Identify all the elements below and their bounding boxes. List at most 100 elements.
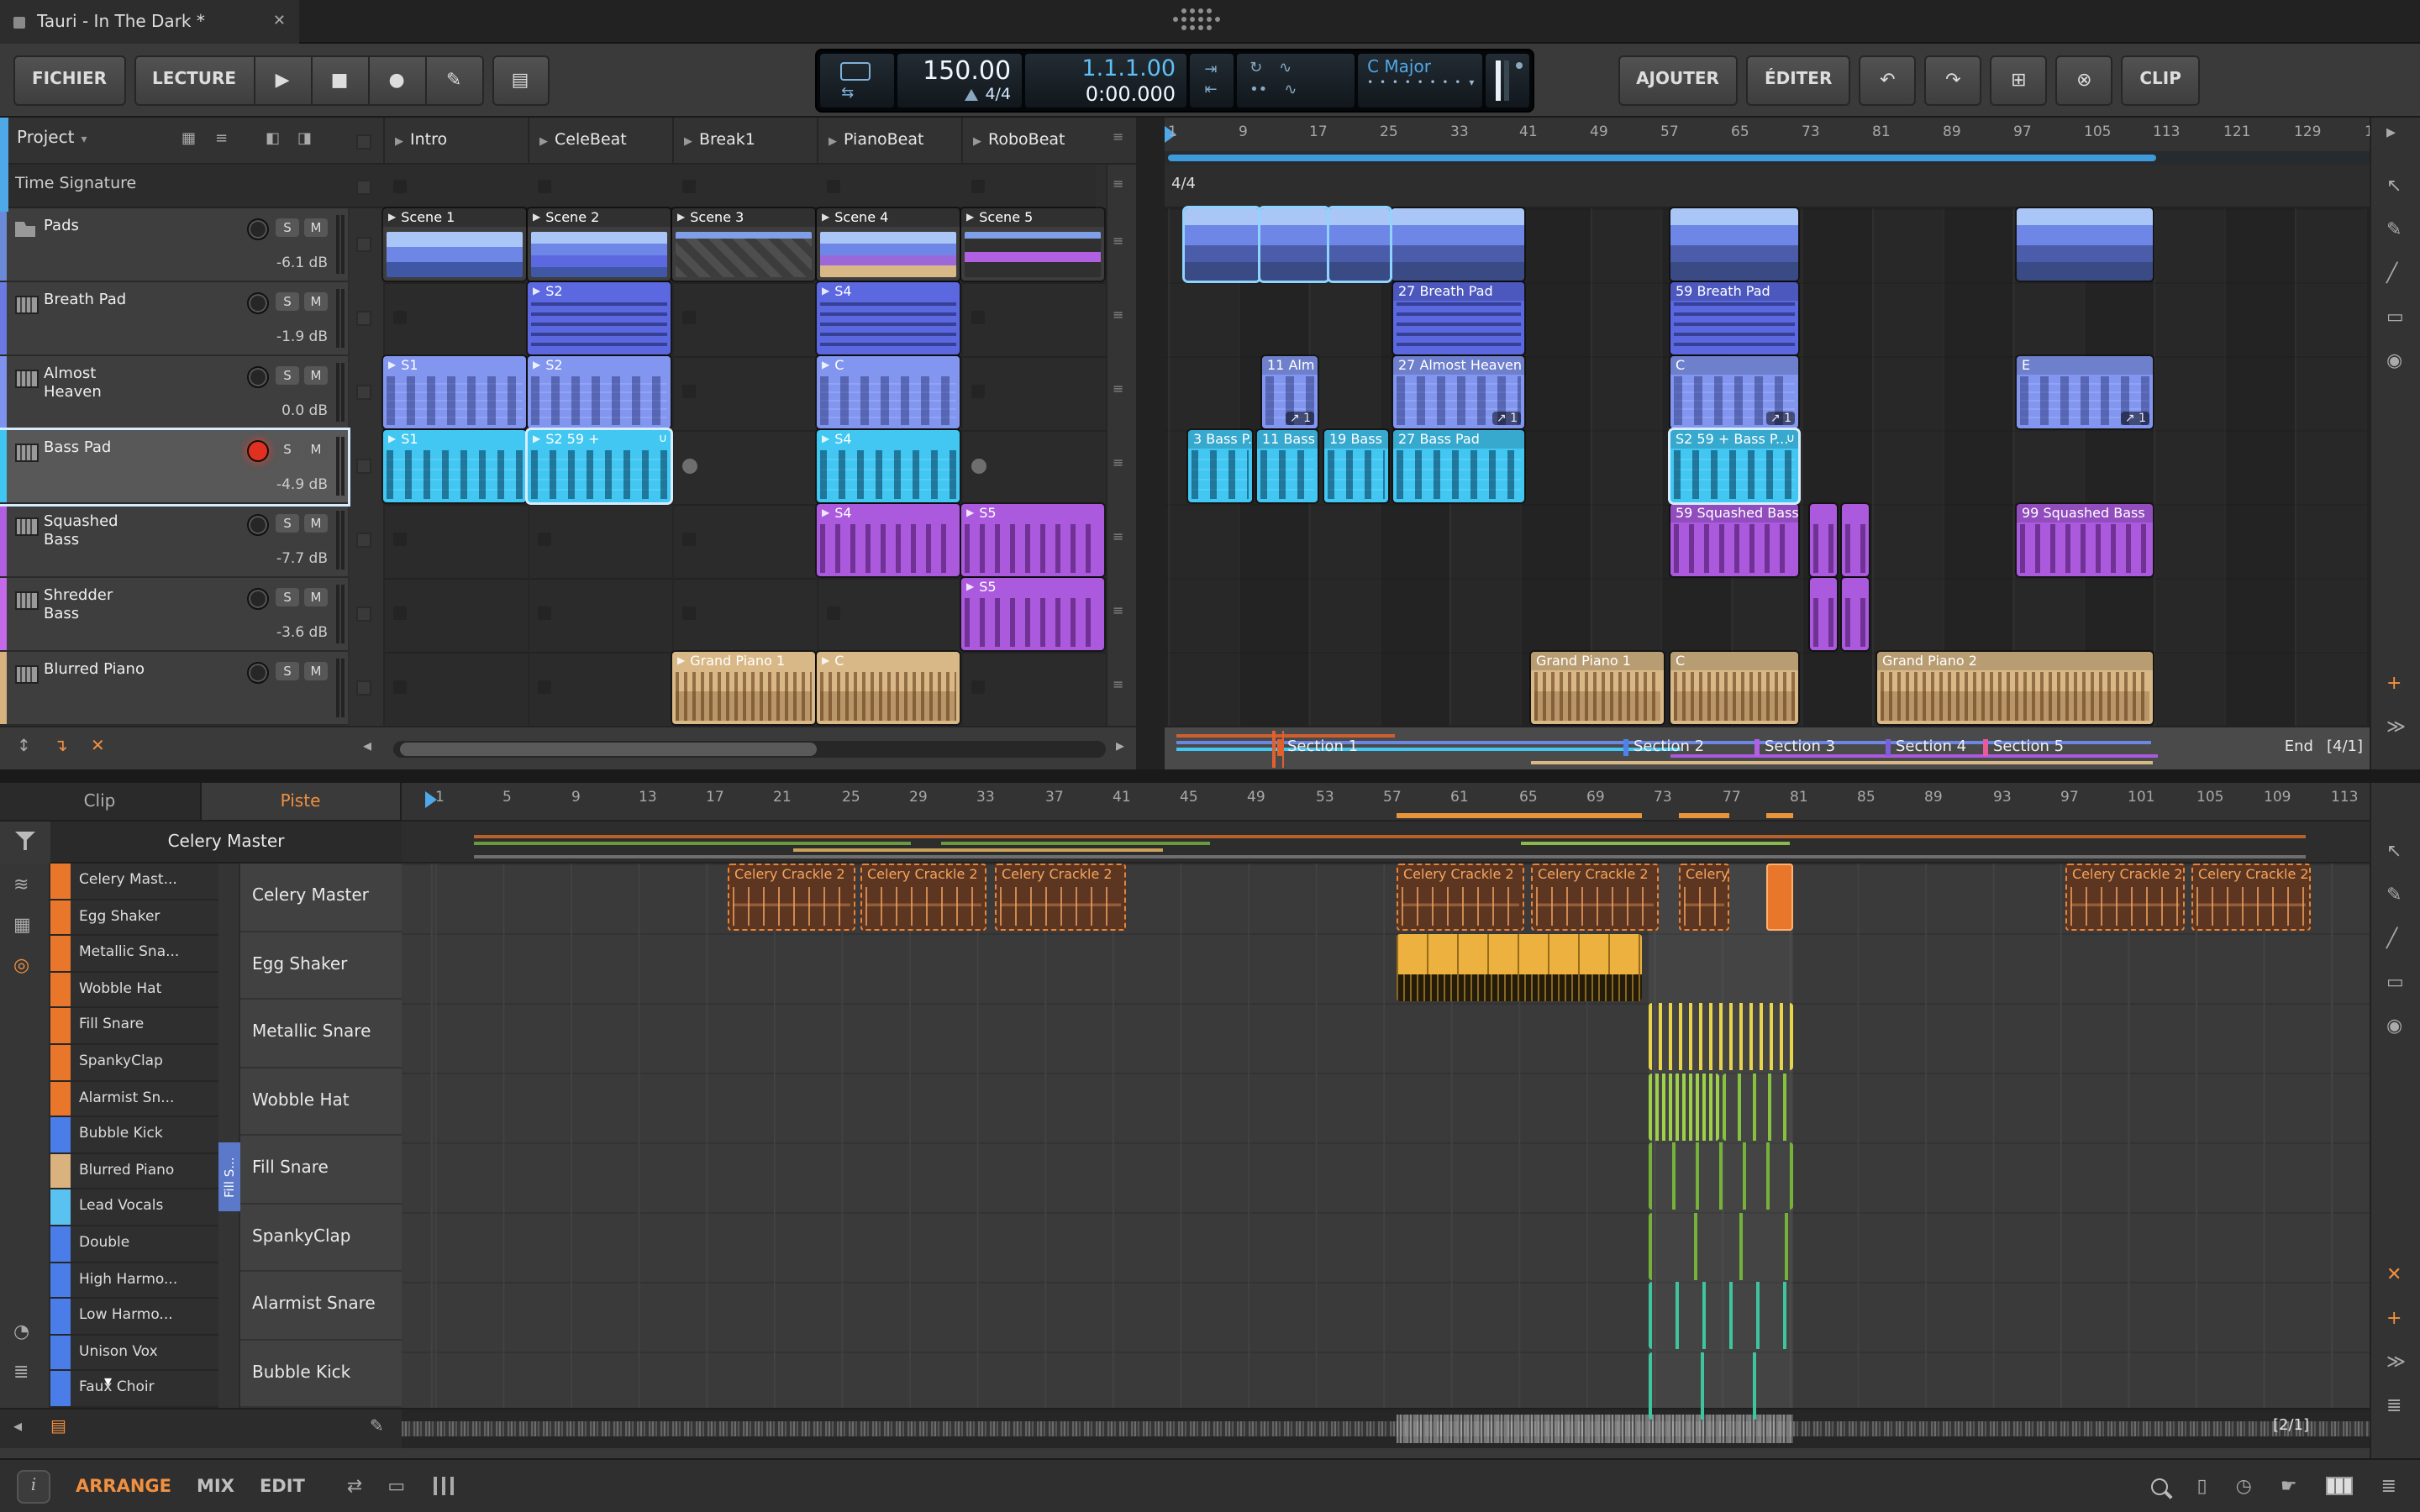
launcher-clip[interactable]: ▶ Scene 5 bbox=[961, 208, 1104, 281]
track-row[interactable]: Pads S M -6.1 dB bbox=[0, 208, 348, 282]
arm-button[interactable] bbox=[247, 662, 269, 684]
arranger-clip[interactable] bbox=[1842, 504, 1869, 576]
track-volume[interactable]: -4.9 dB bbox=[276, 477, 328, 494]
layers-icon[interactable]: ▤ bbox=[50, 1418, 66, 1436]
empty-clip-slot[interactable] bbox=[827, 606, 840, 620]
clip-play-icon[interactable]: ▶ bbox=[533, 433, 540, 445]
window-tab[interactable]: Tauri - In The Dark * ✕ bbox=[0, 0, 299, 44]
timeline-clip[interactable]: Celery Crackle 2 bbox=[2191, 864, 2311, 931]
position-value[interactable]: 1.1.1.00 bbox=[1024, 53, 1186, 81]
automation-write-button[interactable]: ✎ bbox=[426, 55, 483, 105]
empty-clip-slot[interactable] bbox=[393, 180, 407, 193]
empty-clip-slot[interactable] bbox=[682, 533, 696, 546]
track-row[interactable]: Almost Heaven S M 0.0 dB bbox=[0, 356, 348, 430]
empty-clip-slot[interactable] bbox=[971, 385, 985, 398]
mute-button[interactable]: M bbox=[304, 218, 328, 237]
empty-clip-slot[interactable] bbox=[538, 180, 551, 193]
track-row[interactable]: Bass Pad S M -4.9 dB bbox=[0, 430, 348, 504]
display-profile-icon[interactable]: ▭ bbox=[387, 1475, 405, 1497]
timeline-clip[interactable]: Celery Crackle 2 bbox=[728, 864, 855, 931]
panel-list-icon[interactable]: ≣ bbox=[2381, 1475, 2396, 1497]
clip-stop-button[interactable] bbox=[356, 311, 371, 326]
empty-clip-slot[interactable] bbox=[682, 459, 697, 474]
eraser-tool-icon[interactable]: ▭ bbox=[2386, 971, 2404, 993]
arranger-clip[interactable]: 27 Almost Heaven 1 bbox=[1393, 356, 1524, 428]
tab-track[interactable]: Piste bbox=[201, 783, 402, 822]
list-panel-icon[interactable]: ≣ bbox=[2386, 1394, 2402, 1416]
tempo-value[interactable]: 150.00 bbox=[897, 53, 1021, 85]
eraser-tool-icon[interactable]: ▭ bbox=[2386, 306, 2404, 328]
empty-clip-slot[interactable] bbox=[538, 606, 551, 620]
arrange-tab[interactable]: ARRANGE bbox=[76, 1476, 171, 1496]
row-drag-handle[interactable]: ≡ bbox=[1113, 309, 1123, 323]
timeline-clip[interactable] bbox=[1649, 1142, 1793, 1210]
timeline-clip[interactable]: Celery Crackle 2 bbox=[860, 864, 986, 931]
pointer-tool-icon[interactable]: ↖ bbox=[2386, 840, 2402, 862]
file-icon[interactable]: ▯ bbox=[2196, 1475, 2207, 1497]
play-button[interactable]: ▶ bbox=[255, 55, 312, 105]
pointer-tool-icon[interactable]: ↖ bbox=[2386, 175, 2402, 197]
arm-button[interactable] bbox=[247, 366, 269, 388]
resize-rows-icon[interactable]: ↕ bbox=[17, 738, 31, 756]
arranger-clip[interactable] bbox=[1670, 208, 1798, 281]
empty-clip-slot[interactable] bbox=[682, 180, 696, 193]
zoom-to-fit-icon[interactable]: + bbox=[2386, 1307, 2402, 1329]
project-selector[interactable]: Project ▾ bbox=[17, 129, 87, 148]
clip-play-icon[interactable]: ▶ bbox=[822, 212, 829, 223]
redo-button[interactable]: ↷ bbox=[1924, 55, 1981, 105]
zoom-to-fit-icon[interactable]: + bbox=[2386, 672, 2402, 694]
timeline-clip[interactable]: Celery bbox=[1679, 864, 1729, 931]
empty-clip-slot[interactable] bbox=[538, 533, 551, 546]
return-to-arrangement-icon[interactable]: ↴ bbox=[54, 738, 68, 756]
mute-button[interactable]: M bbox=[304, 440, 328, 459]
scene-play-icon[interactable]: ▶ bbox=[829, 134, 837, 147]
scene-play-icon[interactable]: ▶ bbox=[684, 134, 692, 147]
key-value[interactable]: C Major bbox=[1357, 53, 1481, 76]
row-drag-handle[interactable]: ≡ bbox=[1113, 605, 1123, 618]
arranger-clip[interactable]: 59 Squashed Bass bbox=[1670, 504, 1798, 576]
scene-header[interactable]: ▶ Break1 bbox=[672, 118, 817, 163]
row-drag-handle[interactable]: ≡ bbox=[1113, 383, 1123, 396]
empty-clip-slot[interactable] bbox=[393, 311, 407, 324]
clip-play-icon[interactable]: ▶ bbox=[966, 212, 974, 223]
timeline-clip[interactable] bbox=[1649, 1074, 1719, 1141]
arranger-clip[interactable]: S2 59 + Bass P... ∪ bbox=[1670, 430, 1798, 502]
window-divider[interactable] bbox=[0, 769, 2420, 783]
launcher-clip[interactable]: ▶ Grand Piano 1 bbox=[672, 652, 815, 724]
clip-stop-button[interactable] bbox=[356, 237, 371, 252]
empty-clip-slot[interactable] bbox=[682, 311, 696, 324]
empty-clip-slot[interactable] bbox=[682, 385, 696, 398]
arranger-clip[interactable]: E 1 bbox=[2017, 356, 2153, 428]
empty-clip-slot[interactable] bbox=[393, 680, 407, 694]
record-button[interactable]: ● bbox=[369, 55, 426, 105]
scene-header[interactable]: ▶ CeleBeat bbox=[528, 118, 672, 163]
clip-play-icon[interactable]: ▶ bbox=[533, 286, 540, 297]
mix-tab[interactable]: MIX bbox=[197, 1476, 234, 1496]
expand-panel-icon[interactable]: ≫ bbox=[2386, 716, 2406, 738]
timeline-clip[interactable]: Celery Crackle 2 bbox=[995, 864, 1126, 931]
arranger-clip[interactable]: 59 Breath Pad bbox=[1670, 282, 1798, 354]
empty-clip-slot[interactable] bbox=[682, 606, 696, 620]
mute-button[interactable]: M bbox=[304, 662, 328, 680]
solo-button[interactable]: S bbox=[276, 514, 299, 533]
empty-clip-slot[interactable] bbox=[393, 533, 407, 546]
track-volume[interactable]: -1.9 dB bbox=[276, 329, 328, 346]
launcher-clip[interactable]: ▶ S2 59 + ∪ bbox=[528, 430, 671, 502]
scene-header[interactable]: ▶ PianoBeat bbox=[817, 118, 961, 163]
solo-button[interactable]: S bbox=[276, 218, 299, 237]
solo-button[interactable]: S bbox=[276, 366, 299, 385]
scene-play-icon[interactable]: ▶ bbox=[539, 134, 548, 147]
row-drag-handle[interactable]: ≡ bbox=[1113, 457, 1123, 470]
arm-button[interactable] bbox=[247, 440, 269, 462]
row-drag-handle[interactable]: ≡ bbox=[1113, 131, 1123, 144]
launcher-clip[interactable]: ▶ S4 bbox=[817, 430, 960, 502]
arranger-clip[interactable] bbox=[2017, 208, 2153, 281]
track-volume[interactable]: -6.1 dB bbox=[276, 255, 328, 272]
arranger-clip[interactable] bbox=[1810, 504, 1837, 576]
launcher-clip[interactable]: ▶ C bbox=[817, 356, 960, 428]
clip-play-icon[interactable]: ▶ bbox=[533, 360, 540, 371]
track-row[interactable]: Breath Pad S M -1.9 dB bbox=[0, 282, 348, 356]
timeline-clip[interactable] bbox=[1723, 1074, 1793, 1141]
audio-overview-strip[interactable]: [2/1] bbox=[402, 1408, 2370, 1448]
timeline-clip[interactable] bbox=[1397, 934, 1642, 1001]
